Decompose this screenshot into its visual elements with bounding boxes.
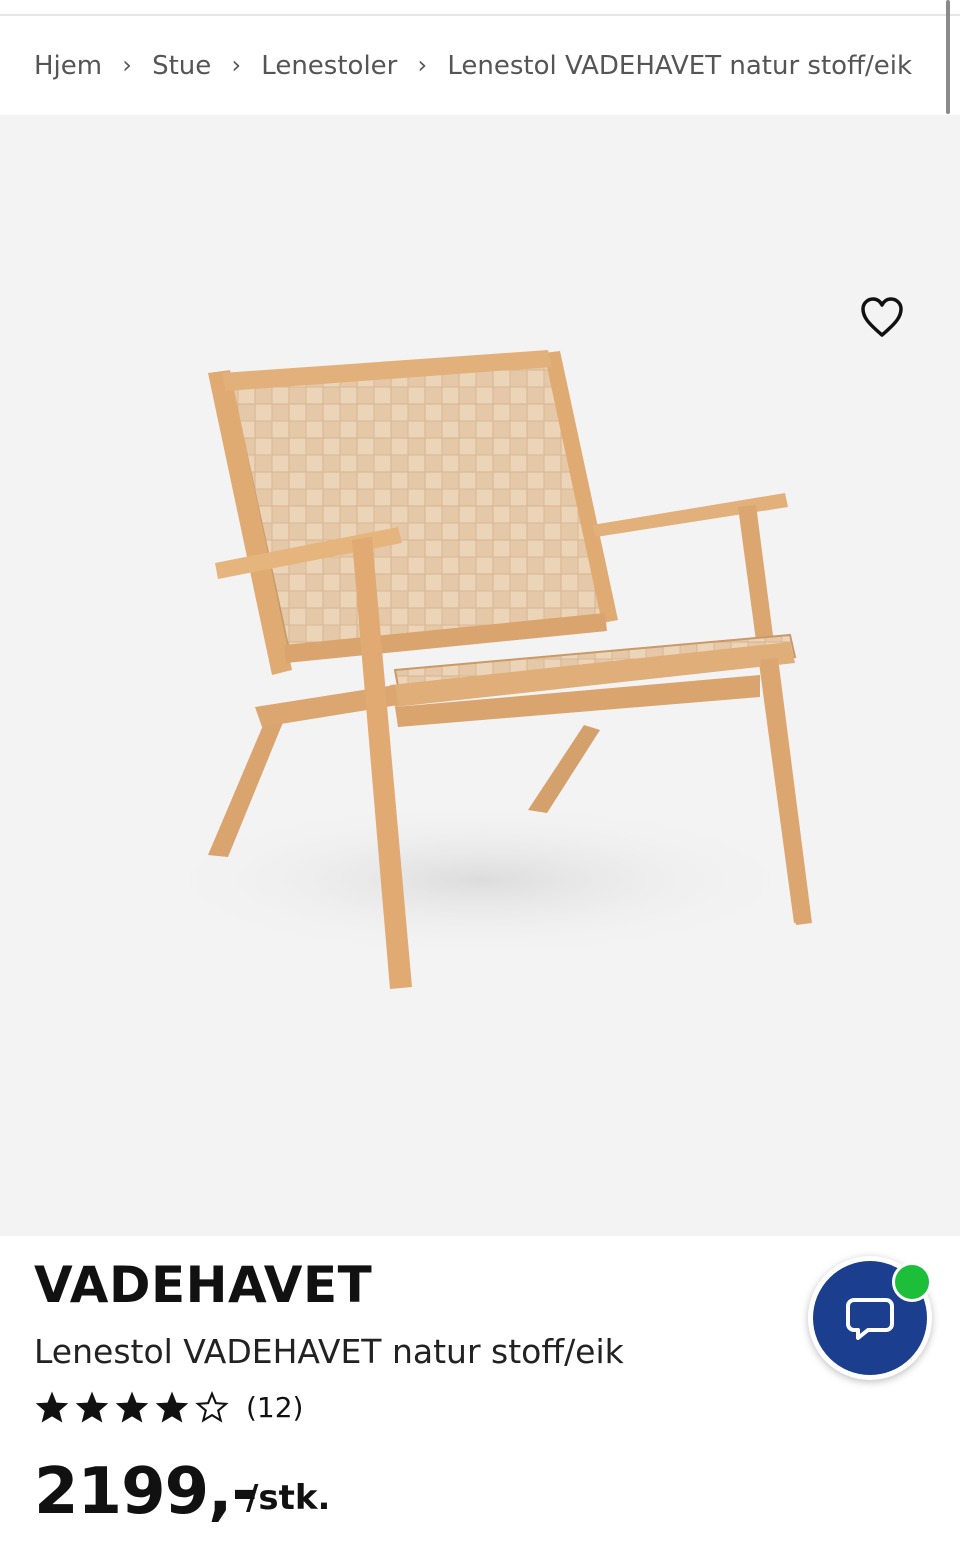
- product-rating[interactable]: (12): [34, 1390, 303, 1424]
- review-count[interactable]: (12): [246, 1391, 303, 1424]
- star-filled-icon: [115, 1391, 149, 1423]
- breadcrumb-living-room[interactable]: Stue: [152, 51, 211, 81]
- product-image-gallery[interactable]: [0, 115, 960, 1236]
- favorite-button[interactable]: [858, 295, 906, 339]
- product-price: 2199,-: [34, 1455, 258, 1529]
- breadcrumb-separator-icon: ›: [231, 51, 242, 79]
- breadcrumb-home[interactable]: Hjem: [34, 51, 102, 81]
- product-brand: VADEHAVET: [34, 1256, 373, 1314]
- price-unit: /stk.: [246, 1478, 331, 1518]
- star-empty-icon: [195, 1390, 229, 1423]
- star-filled-icon: [155, 1391, 189, 1423]
- chat-online-indicator: [892, 1262, 932, 1302]
- scrollbar[interactable]: [946, 0, 950, 114]
- top-divider: [0, 14, 960, 16]
- breadcrumb-separator-icon: ›: [417, 51, 428, 79]
- star-filled-icon: [75, 1391, 109, 1423]
- star-filled-icon: [35, 1391, 69, 1423]
- heart-outline-icon: [861, 297, 903, 337]
- breadcrumb-current: Lenestol VADEHAVET natur stoff/eik: [447, 51, 913, 81]
- product-name: Lenestol VADEHAVET natur stoff/eik: [34, 1332, 624, 1371]
- breadcrumb: Hjem › Stue › Lenestoler › Lenestol VADE…: [34, 46, 912, 86]
- product-page: Hjem › Stue › Lenestoler › Lenestol VADE…: [0, 0, 960, 1552]
- product-image: [150, 350, 812, 989]
- chat-bubble-icon: [846, 1298, 894, 1340]
- breadcrumb-armchairs[interactable]: Lenestoler: [261, 51, 397, 81]
- breadcrumb-separator-icon: ›: [122, 51, 132, 79]
